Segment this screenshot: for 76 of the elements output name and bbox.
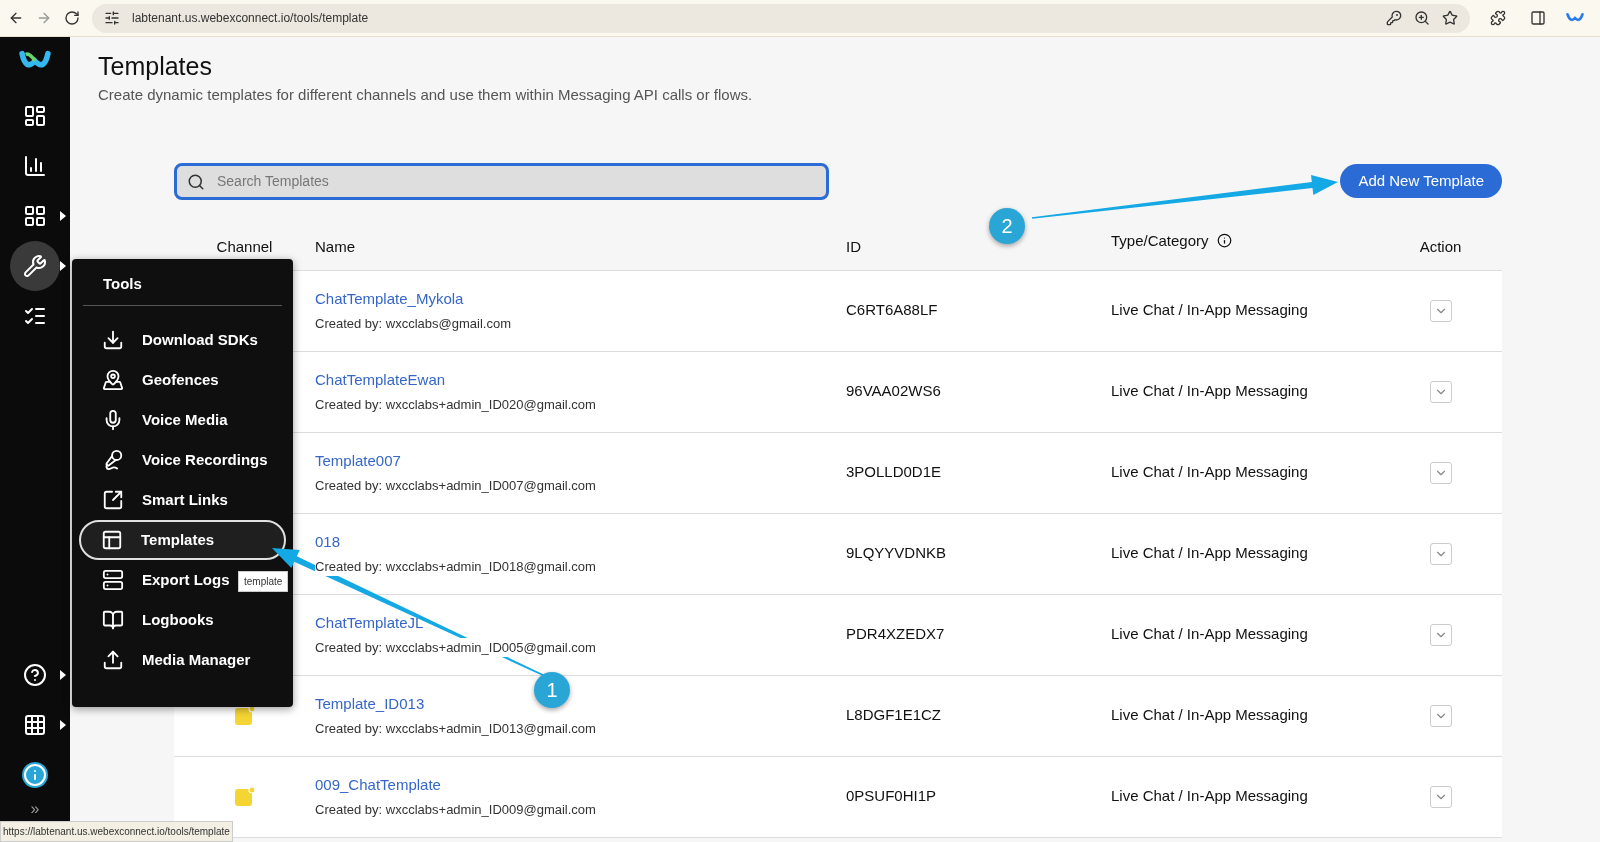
help-icon — [23, 663, 47, 687]
template-type: Live Chat / In-App Messaging — [1111, 543, 1309, 564]
page-subtitle: Create dynamic templates for different channels and use them within Messaging API calls or flows. — [98, 85, 754, 105]
template-type: Live Chat / In-App Messaging — [1111, 462, 1309, 483]
external-link-icon — [102, 489, 124, 511]
template-type: Live Chat / In-App Messaging — [1111, 786, 1309, 807]
template-name-link[interactable]: ChatTemplateEwan — [315, 369, 446, 392]
address-bar[interactable]: labtenant.us.webexconnect.io/tools/template — [92, 3, 1470, 33]
template-type: Live Chat / In-App Messaging — [1111, 381, 1309, 402]
sidebar-item[interactable] — [22, 662, 48, 688]
sidebar-item[interactable] — [10, 241, 60, 291]
menu-item[interactable]: Media Manager — [80, 640, 257, 680]
column-header: Action — [1419, 236, 1462, 257]
template-type: Live Chat / In-App Messaging — [1111, 705, 1309, 726]
page-title: Templates — [98, 51, 213, 81]
back-icon[interactable] — [8, 10, 24, 26]
collapse-button[interactable]: » — [30, 800, 40, 818]
menu-item[interactable]: Templates — [79, 520, 286, 560]
logo-icon[interactable] — [1566, 12, 1584, 24]
info-icon — [23, 763, 47, 787]
template-name-link[interactable]: Template_ID013 — [315, 693, 425, 716]
stack-icon — [102, 569, 124, 591]
extensions-icon[interactable] — [1490, 10, 1506, 26]
column-header: Name — [315, 236, 355, 257]
template-type: Live Chat / In-App Messaging — [1111, 624, 1309, 645]
dashboard-icon — [23, 104, 47, 128]
upload-icon — [102, 649, 124, 671]
forward-icon[interactable] — [36, 10, 52, 26]
template-name-link[interactable]: 018 — [315, 531, 341, 554]
menu-title: Tools — [102, 274, 143, 294]
menu-item[interactable]: Voice Media — [80, 400, 234, 440]
add-template-button[interactable]: Add New Template — [1340, 164, 1502, 198]
zoom-icon[interactable] — [1414, 10, 1430, 26]
search-icon — [187, 172, 205, 191]
template-icon — [101, 529, 123, 551]
search-field[interactable]: Search Templates — [174, 162, 829, 200]
grid-icon — [23, 204, 47, 228]
info-icon[interactable] — [1216, 233, 1232, 249]
column-header: Type/Category — [1111, 230, 1209, 251]
menu-item[interactable]: Export Logs — [80, 560, 236, 600]
template-id: L8DGF1E1CZ — [846, 705, 943, 726]
bar-chart-icon — [23, 154, 47, 178]
wrench-icon — [23, 254, 47, 278]
download-icon — [102, 329, 124, 351]
status-url: https://labtenant.us.webexconnect.io/tools/template — [0, 821, 233, 842]
template-name-link[interactable]: 009_ChatTemplate — [315, 774, 441, 797]
sidebar-item[interactable] — [22, 762, 48, 788]
template-id: 3POLLD0D1E — [846, 462, 943, 483]
menu-item[interactable]: Smart Links — [80, 480, 234, 520]
column-header: Channel — [216, 236, 273, 257]
bookmark-star-icon[interactable] — [1442, 10, 1458, 26]
template-id: PDR4XZEDX7 — [846, 624, 946, 645]
template-id: C6RT6A88LF — [846, 300, 939, 321]
template-name-link[interactable]: ChatTemplateJL — [315, 612, 424, 635]
template-id: 9LQYYVDNKB — [846, 543, 948, 564]
menu-item[interactable]: Geofences — [80, 360, 225, 400]
url-text: labtenant.us.webexconnect.io/tools/template — [132, 10, 370, 27]
menu-item[interactable]: Voice Recordings — [80, 440, 274, 480]
template-name-link[interactable]: Template007 — [315, 450, 401, 473]
tooltip: template — [238, 571, 289, 592]
key-icon[interactable] — [1386, 10, 1402, 26]
menu-item[interactable]: Download SDKs — [80, 320, 264, 360]
menu-item[interactable]: Logbooks — [80, 600, 220, 640]
template-id: 96VAA02WS6 — [846, 381, 942, 402]
reload-icon[interactable] — [64, 10, 80, 26]
map-pin-icon — [102, 369, 124, 391]
side-panel-icon[interactable] — [1530, 10, 1546, 26]
site-settings-icon[interactable] — [104, 10, 120, 26]
template-id: 0PSUF0HI1P — [846, 786, 938, 807]
created-by-text: Created by: wxcclabs+admin_ID005@gmail.com — [315, 637, 596, 657]
template-type: Live Chat / In-App Messaging — [1111, 300, 1309, 321]
book-icon — [102, 609, 124, 631]
template-name-link[interactable]: ChatTemplate_Mykola — [315, 288, 464, 311]
column-header: ID — [846, 236, 861, 257]
apps-grid-icon — [23, 713, 47, 737]
sidebar-item[interactable] — [22, 712, 48, 738]
